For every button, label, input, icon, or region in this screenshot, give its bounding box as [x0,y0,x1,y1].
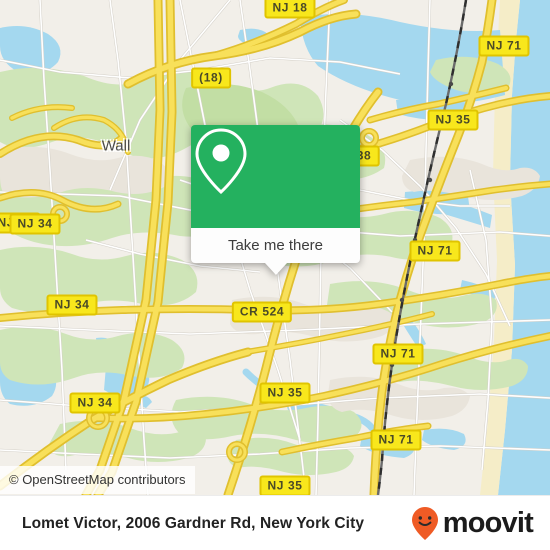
location-popup-card[interactable]: Take me there [191,125,360,275]
location-title: Lomet Victor, 2006 Gardner Rd, New York … [22,514,365,532]
road-shield-nj34-sw: NJ 34 [69,392,121,414]
take-me-there-button[interactable]: Take me there [191,228,360,263]
popup-pin-area [191,125,360,228]
osm-attribution[interactable]: © OpenStreetMap contributors [0,466,195,494]
popup-pointer-tail [264,263,287,275]
map-canvas[interactable]: Wall NJ 18 NJ 71 (18) NJ 35 38 NJ 34 NJ … [0,0,550,495]
road-shield-nj71-s: NJ 71 [370,429,422,451]
map-pin-icon [195,128,247,195]
road-shield-nj35-ne: NJ 35 [427,109,479,131]
osm-attribution-text: © OpenStreetMap contributors [9,472,186,487]
take-me-there-label: Take me there [227,237,324,254]
road-shield-nj34-w: NJ 34 [46,294,98,316]
road-shield-nj35-sw: NJ 35 [259,475,311,495]
moovit-brand[interactable]: moovit [410,506,534,542]
map-screenshot: Wall NJ 18 NJ 71 (18) NJ 35 38 NJ 34 NJ … [0,0,550,550]
road-shield-nj71-ne: NJ 71 [478,35,530,57]
road-shield-nj71-e: NJ 71 [409,240,461,262]
moovit-wordmark: moovit [442,507,534,539]
road-shield-nj71-se: NJ 71 [372,343,424,365]
road-shield-nj35-s: NJ 35 [259,382,311,404]
place-label-wall: Wall [101,137,131,155]
road-shield-18: (18) [191,67,231,89]
moovit-smiling-pin-icon [411,506,438,540]
road-shield-nj18: NJ 18 [264,0,316,19]
road-shield-nj34-nw2: NJ 34 [9,213,61,235]
road-shield-cr524: CR 524 [231,301,293,323]
footer-bar: Lomet Victor, 2006 Gardner Rd, New York … [0,495,550,550]
